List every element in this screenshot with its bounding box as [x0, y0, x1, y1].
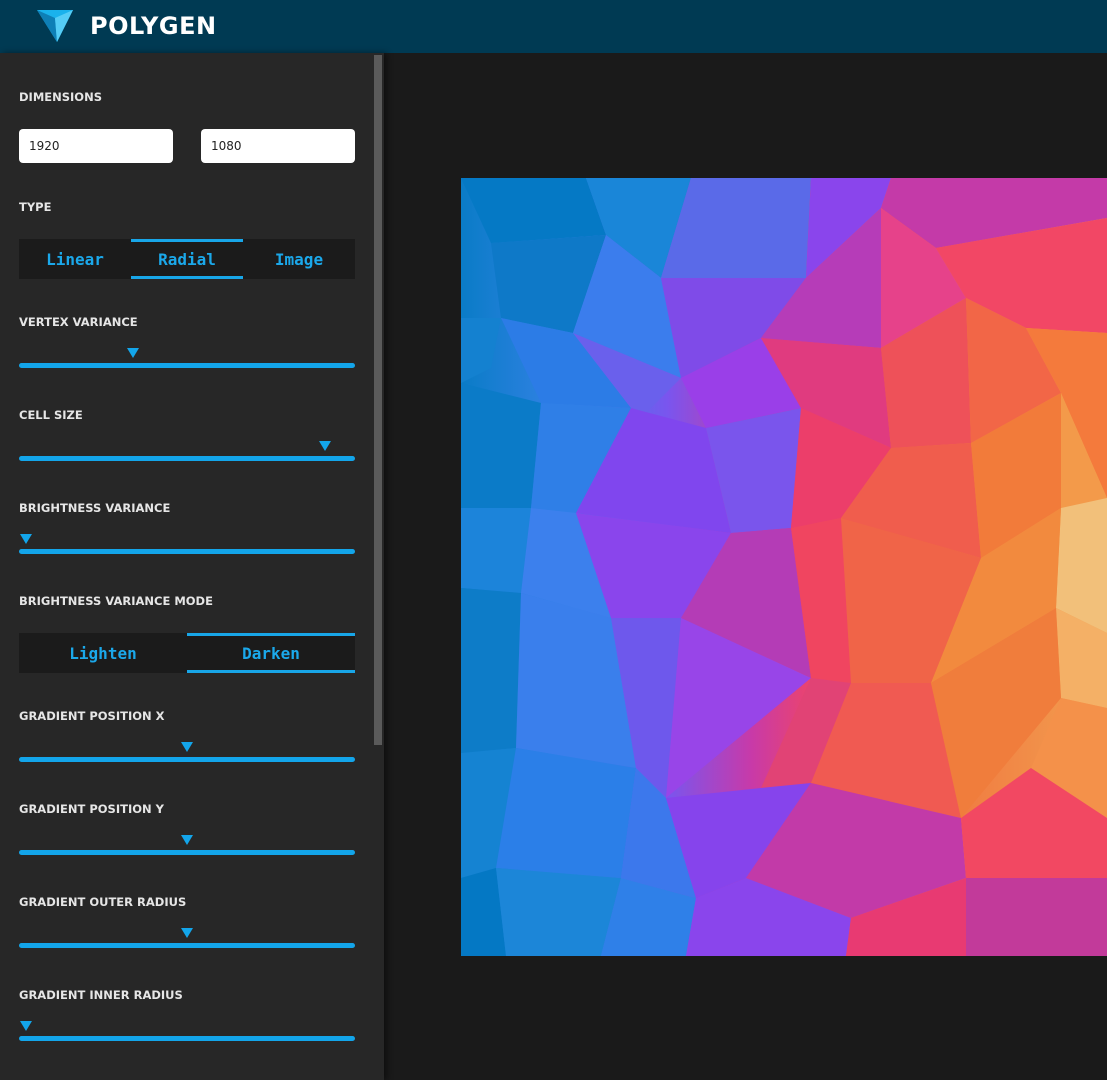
slider-thumb[interactable] [19, 1021, 32, 1031]
cell-size-label: CELL SIZE [19, 408, 83, 422]
type-linear-button[interactable]: Linear [19, 239, 131, 279]
type-label: TYPE [19, 200, 52, 214]
width-input[interactable] [19, 129, 173, 163]
slider-track[interactable] [19, 549, 355, 554]
brightness-variance-label: BRIGHTNESS VARIANCE [19, 501, 171, 515]
gradient-position-y-slider[interactable] [19, 835, 355, 855]
gradient-position-x-slider[interactable] [19, 742, 355, 762]
type-image-button[interactable]: Image [243, 239, 355, 279]
slider-thumb[interactable] [181, 928, 193, 938]
slider-thumb[interactable] [19, 534, 32, 544]
polygon-pattern-image [461, 178, 1107, 956]
slider-track[interactable] [19, 850, 355, 855]
brightness-mode-selector: Lighten Darken [19, 633, 355, 673]
slider-track[interactable] [19, 943, 355, 948]
vertex-variance-slider[interactable] [19, 348, 355, 368]
slider-thumb[interactable] [181, 742, 193, 752]
slider-thumb[interactable] [127, 348, 140, 358]
type-radial-button[interactable]: Radial [131, 239, 243, 279]
brightness-variance-mode-label: BRIGHTNESS VARIANCE MODE [19, 594, 213, 608]
sidebar-scrollbar[interactable] [374, 55, 382, 745]
slider-track[interactable] [19, 456, 355, 461]
app-header: POLYGEN [0, 0, 1107, 53]
settings-sidebar: DIMENSIONS TYPE Linear Radial Image VERT… [0, 53, 384, 1080]
vertex-variance-label: VERTEX VARIANCE [19, 315, 138, 329]
polygon-preview-canvas [461, 178, 1107, 956]
gradient-outer-radius-label: GRADIENT OUTER RADIUS [19, 895, 187, 909]
gradient-inner-radius-slider[interactable] [19, 1021, 355, 1041]
cell-size-slider[interactable] [19, 441, 355, 461]
dimensions-label: DIMENSIONS [19, 90, 102, 104]
height-input[interactable] [201, 129, 355, 163]
slider-thumb[interactable] [318, 441, 331, 451]
gradient-position-y-label: GRADIENT POSITION Y [19, 802, 164, 816]
gradient-position-x-label: GRADIENT POSITION X [19, 709, 165, 723]
gradient-outer-radius-slider[interactable] [19, 928, 355, 948]
slider-track[interactable] [19, 757, 355, 762]
slider-track[interactable] [19, 363, 355, 368]
triangle-logo-icon [37, 10, 73, 42]
mode-lighten-button[interactable]: Lighten [19, 633, 187, 673]
brightness-variance-slider[interactable] [19, 534, 355, 554]
slider-thumb[interactable] [181, 835, 193, 845]
app-title: POLYGEN [90, 12, 217, 40]
gradient-inner-radius-label: GRADIENT INNER RADIUS [19, 988, 183, 1002]
slider-track[interactable] [19, 1036, 355, 1041]
type-selector: Linear Radial Image [19, 239, 355, 279]
mode-darken-button[interactable]: Darken [187, 633, 355, 673]
